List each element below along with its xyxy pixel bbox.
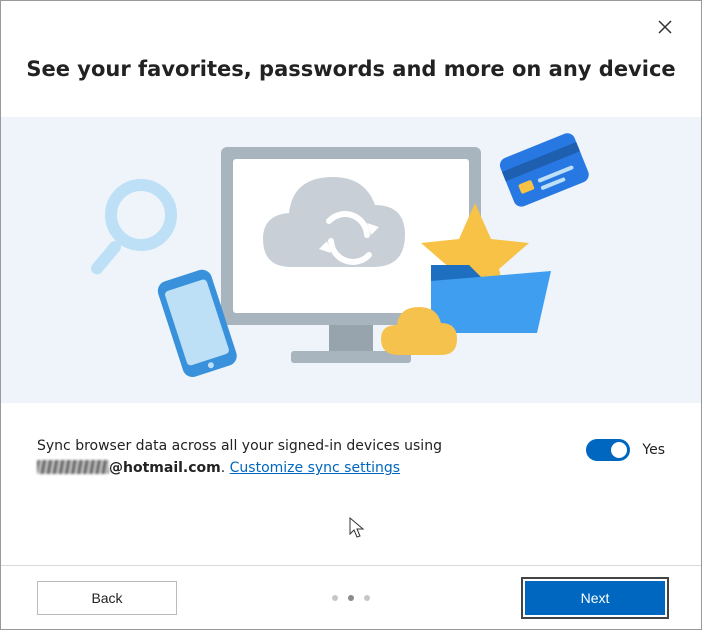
close-icon bbox=[657, 19, 673, 35]
next-button[interactable]: Next bbox=[525, 581, 665, 615]
step-dot-active bbox=[348, 595, 354, 601]
close-button[interactable] bbox=[657, 19, 677, 39]
credit-card-icon bbox=[498, 131, 592, 209]
email-domain: @hotmail.com bbox=[109, 460, 221, 476]
dialog-title: See your favorites, passwords and more o… bbox=[1, 57, 701, 81]
step-dots bbox=[332, 595, 370, 601]
sync-desc-prefix: Sync browser data across all your signed… bbox=[37, 438, 442, 454]
step-dot bbox=[332, 595, 338, 601]
customize-sync-link[interactable]: Customize sync settings bbox=[230, 460, 400, 476]
sync-illustration bbox=[1, 117, 701, 403]
magnifier-icon bbox=[89, 185, 171, 277]
dialog-footer: Back Next bbox=[1, 565, 701, 629]
sync-description: Sync browser data across all your signed… bbox=[37, 435, 442, 480]
email-redacted bbox=[37, 460, 109, 474]
sync-toggle[interactable] bbox=[586, 439, 630, 461]
toggle-knob bbox=[611, 442, 627, 458]
step-dot bbox=[364, 595, 370, 601]
mouse-cursor bbox=[349, 517, 367, 539]
sync-toggle-label: Yes bbox=[642, 442, 665, 458]
back-button[interactable]: Back bbox=[37, 581, 177, 615]
